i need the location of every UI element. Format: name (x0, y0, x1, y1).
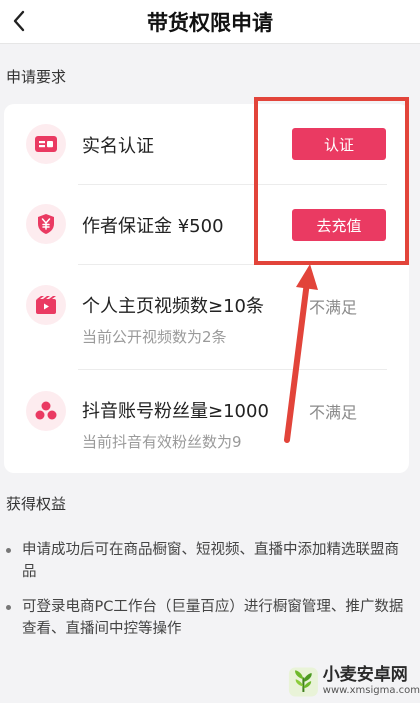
status-not-met: 不满足 (309, 298, 358, 317)
video-icon (26, 285, 66, 325)
top-bar: 带货权限申请 (0, 0, 420, 44)
benefits-section-label: 获得权益 (6, 495, 67, 513)
benefit-text: 申请成功后可在商品橱窗、短视频、直播中添加精选联盟商品 (22, 542, 399, 580)
requirement-item-videos: 个人主页视频数≥10条 不满足 当前公开视频数为2条 (4, 264, 409, 369)
requirement-title: 作者保证金 ¥500 (82, 216, 224, 237)
id-card-icon (26, 124, 66, 164)
shield-yen-icon (26, 204, 66, 244)
bullet-icon (6, 605, 11, 610)
bullet-icon (6, 548, 11, 553)
benefit-text: 可登录电商PC工作台（巨量百应）进行橱窗管理、推广数据查看、直播间中控等操作 (22, 599, 404, 637)
leaf-logo-icon (288, 667, 318, 696)
status-not-met: 不满足 (309, 403, 358, 422)
fans-icon (26, 391, 66, 431)
requirement-title: 实名认证 (82, 136, 154, 157)
requirement-title: 个人主页视频数≥10条 (82, 296, 264, 317)
benefit-item: 可登录电商PC工作台（巨量百应）进行橱窗管理、推广数据查看、直播间中控等操作 (6, 596, 406, 640)
requirement-item-fans: 抖音账号粉丝量≥1000 不满足 当前抖音有效粉丝数为9 (4, 369, 409, 473)
watermark: 小麦安卓网 www.xmsigma.com (288, 660, 420, 703)
requirement-subtext: 当前抖音有效粉丝数为9 (82, 433, 242, 451)
requirement-title: 抖音账号粉丝量≥1000 (82, 401, 269, 422)
requirement-subtext: 当前公开视频数为2条 (82, 328, 227, 346)
page-title: 带货权限申请 (147, 11, 273, 35)
requirements-section-label: 申请要求 (6, 68, 67, 86)
benefit-item: 申请成功后可在商品橱窗、短视频、直播中添加精选联盟商品 (6, 539, 406, 583)
annotation-highlight-box (254, 97, 409, 265)
